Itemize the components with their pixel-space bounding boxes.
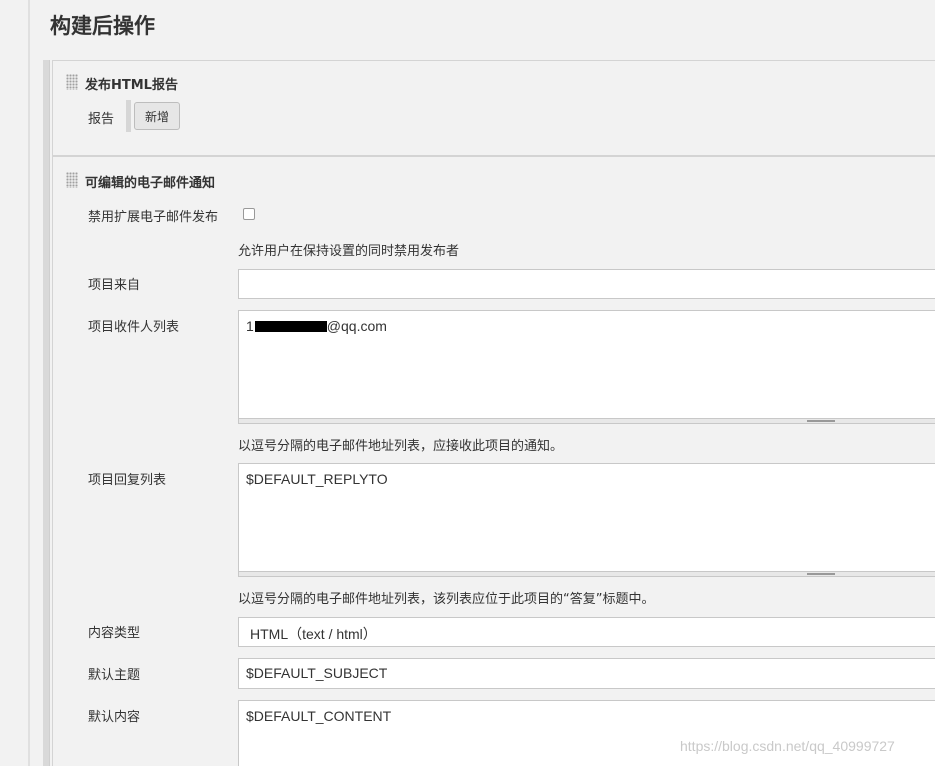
section-container-bar (43, 60, 50, 766)
disable-extended-email-label: 禁用扩展电子邮件发布 (88, 210, 219, 225)
reply-to-textarea[interactable]: $DEFAULT_REPLYTO (238, 463, 935, 572)
reply-to-hint: 以逗号分隔的电子邮件地址列表，该列表应位于此项目的“答复”标题中。 (238, 592, 655, 607)
default-content-textarea[interactable]: $DEFAULT_CONTENT (238, 700, 935, 766)
recipients-prefix: 1 (246, 318, 254, 334)
recipients-suffix: @qq.com (326, 318, 387, 334)
page-left-rule (28, 0, 30, 766)
recipients-resize-bar[interactable] (238, 419, 935, 424)
default-subject-input[interactable]: $DEFAULT_SUBJECT (238, 658, 935, 689)
default-subject-label: 默认主题 (88, 668, 141, 683)
disable-hint: 允许用户在保持设置的同时禁用发布者 (238, 244, 460, 259)
button-grip (126, 100, 131, 132)
watermark: https://blog.csdn.net/qq_40999727 (680, 738, 895, 754)
add-report-button[interactable]: 新增 (134, 102, 180, 130)
redaction-mark (254, 321, 327, 332)
reply-to-resize-bar[interactable] (238, 572, 935, 577)
content-type-select[interactable]: HTML（text / html） (238, 617, 935, 647)
publish-html-title: 发布HTML报告 (85, 78, 178, 93)
resize-grip-icon[interactable] (807, 573, 835, 575)
resize-grip-icon[interactable] (807, 420, 835, 422)
default-content-label: 默认内容 (88, 710, 141, 725)
report-label: 报告 (88, 112, 115, 127)
page-title: 构建后操作 (50, 14, 155, 38)
project-from-label: 项目来自 (88, 278, 141, 293)
recipients-hint: 以逗号分隔的电子邮件地址列表，应接收此项目的通知。 (238, 439, 564, 454)
drag-handle-icon[interactable] (66, 74, 78, 90)
email-section-title: 可编辑的电子邮件通知 (85, 176, 216, 191)
publish-html-section (52, 60, 935, 156)
recipients-textarea[interactable]: 1 @qq.com (238, 310, 935, 419)
reply-to-label: 项目回复列表 (88, 473, 167, 488)
project-from-input[interactable] (238, 269, 935, 299)
disable-extended-email-checkbox[interactable] (243, 208, 255, 220)
drag-handle-icon[interactable] (66, 172, 78, 188)
content-type-label: 内容类型 (88, 626, 141, 641)
recipients-label: 项目收件人列表 (88, 320, 180, 335)
